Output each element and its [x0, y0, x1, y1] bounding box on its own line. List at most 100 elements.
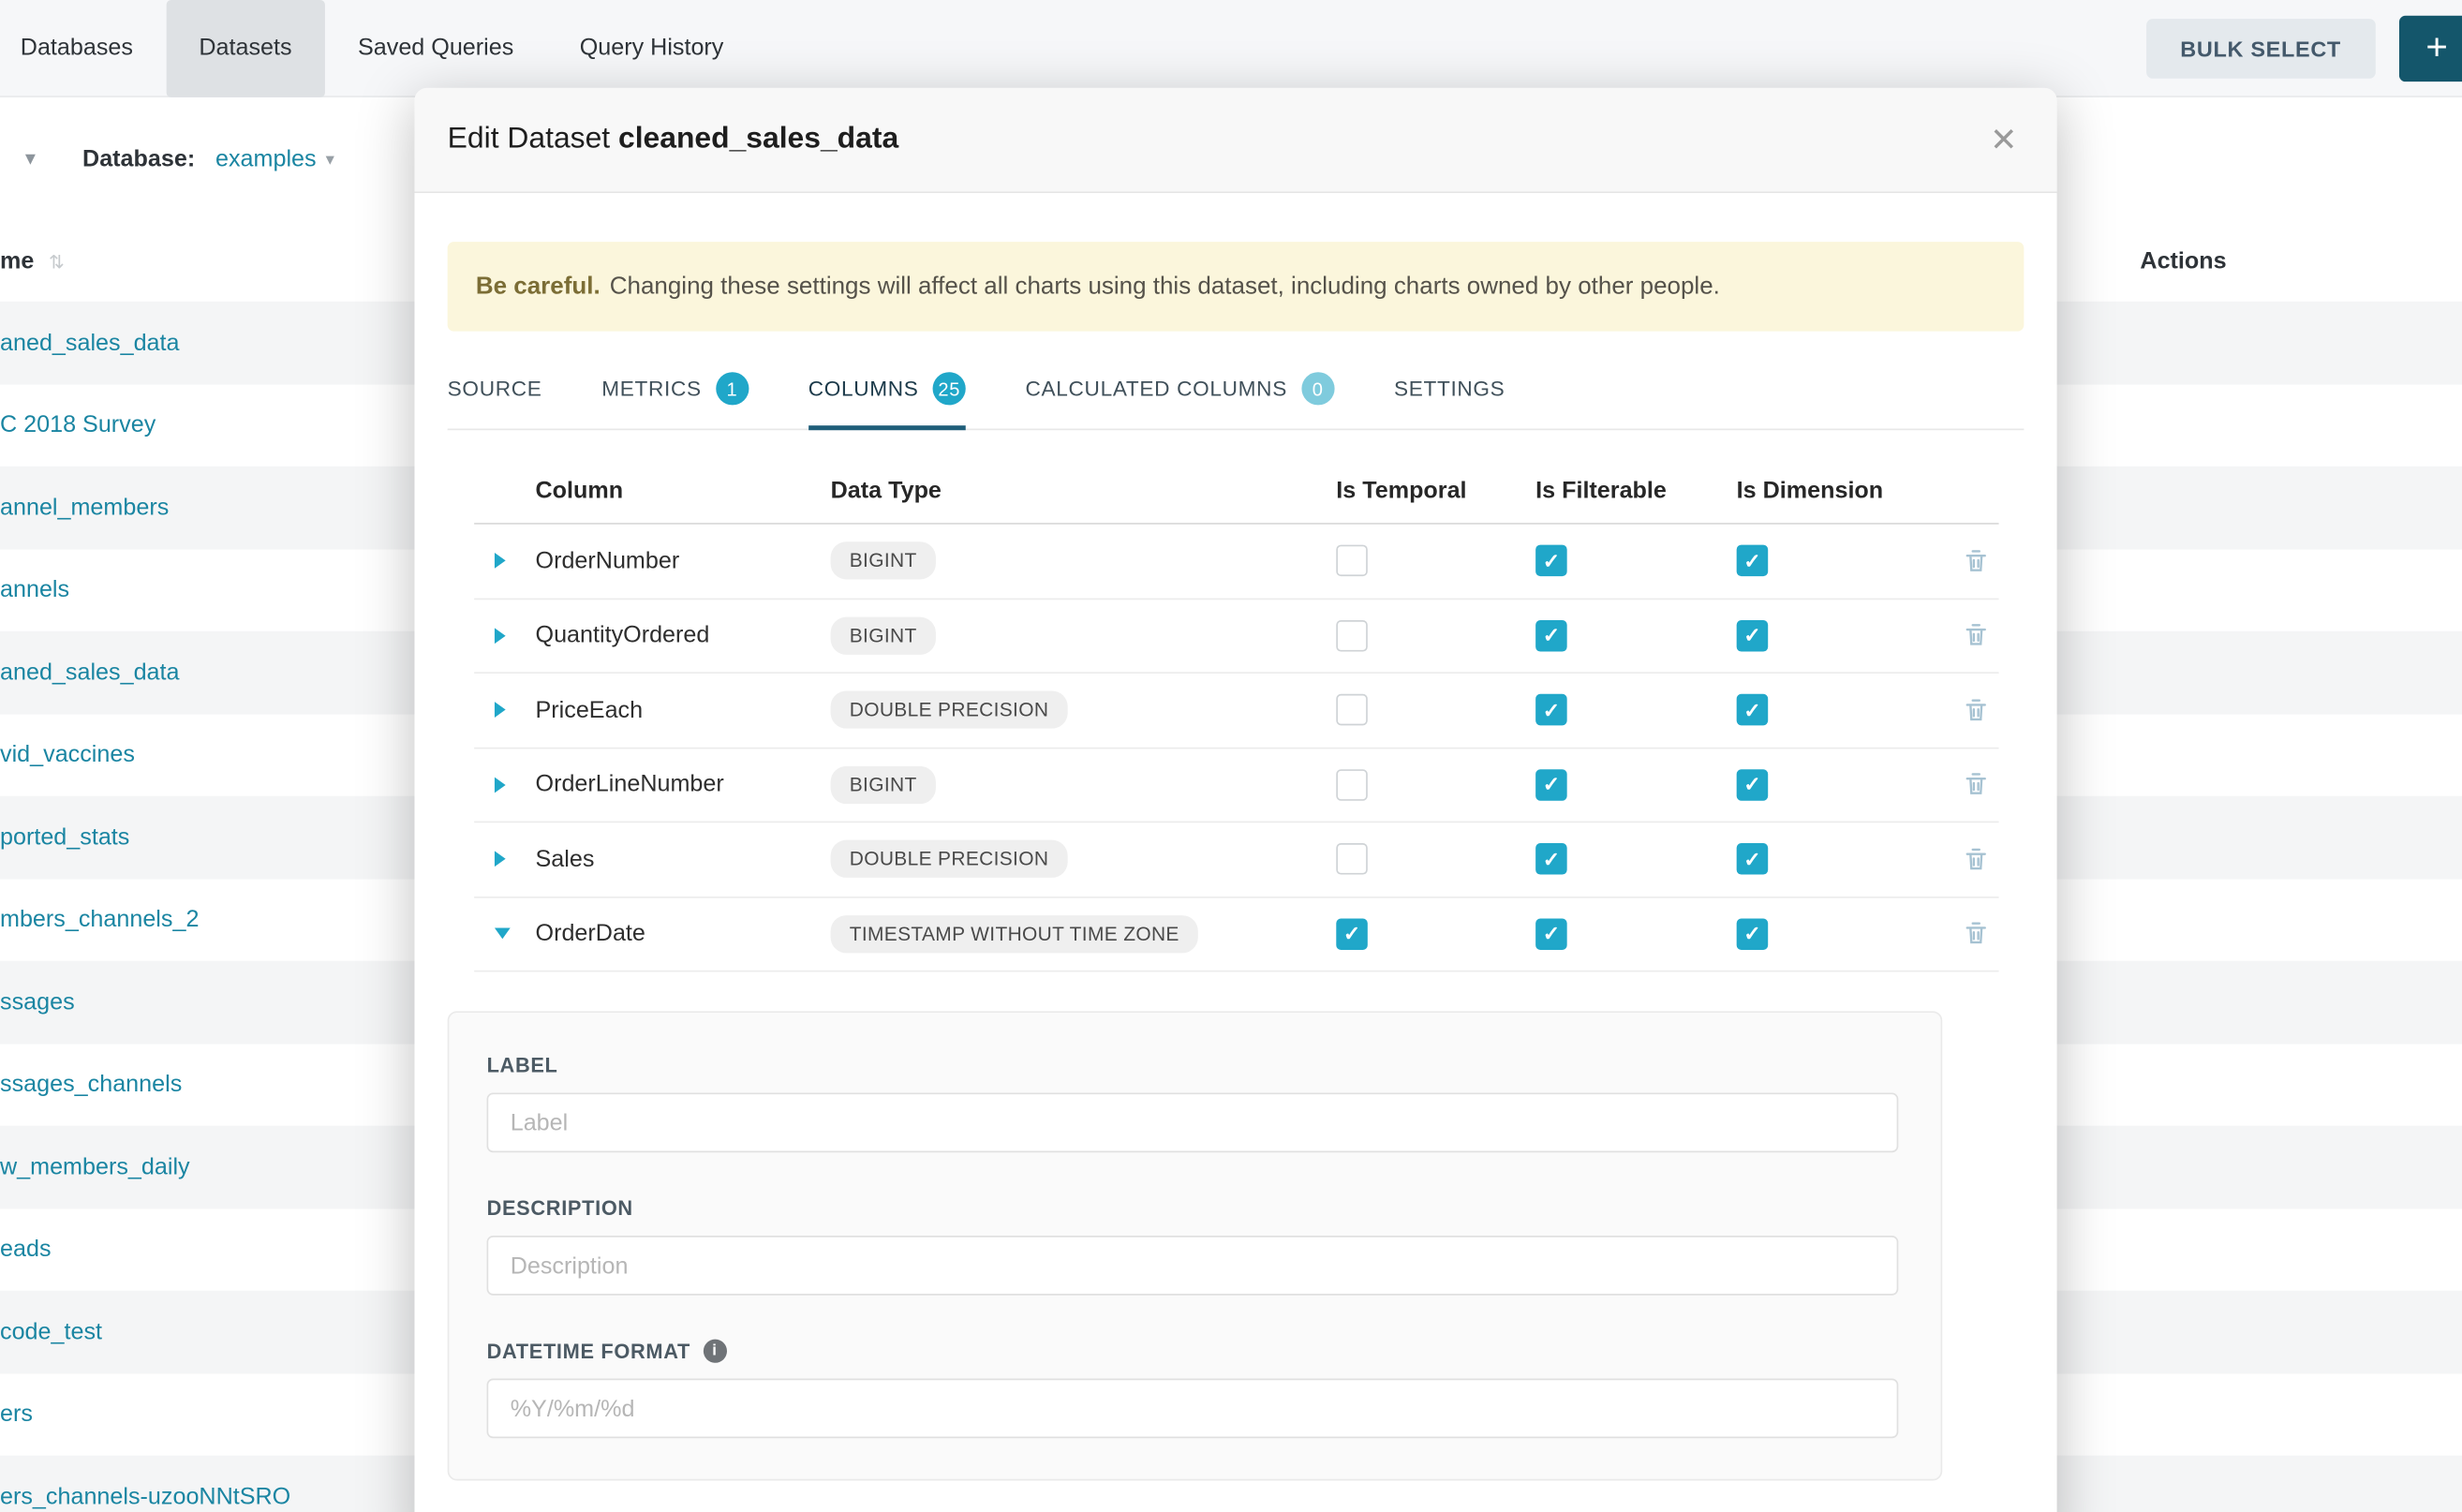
dataset-link[interactable]: w_members_daily	[0, 1153, 190, 1179]
expand-toggle[interactable]	[474, 852, 535, 867]
is-temporal-checkbox[interactable]	[1336, 620, 1368, 652]
modal-header: Edit Dataset cleaned_sales_data ✕	[414, 88, 2056, 193]
is-temporal-checkbox[interactable]	[1336, 843, 1368, 875]
column-name: PriceEach	[536, 697, 831, 723]
is-temporal-checkbox[interactable]	[1336, 694, 1368, 726]
is-dimension-checkbox[interactable]	[1737, 694, 1769, 726]
tab-source[interactable]: SOURCE	[448, 372, 542, 428]
tab-label: METRICS	[601, 377, 702, 400]
caret-down-icon[interactable]: ▾	[25, 146, 36, 171]
is-temporal-checkbox[interactable]	[1336, 769, 1368, 801]
delete-column-button[interactable]	[1963, 846, 1999, 872]
caret-right-icon	[495, 553, 506, 569]
caret-right-icon	[495, 852, 506, 867]
is-filterable-checkbox[interactable]	[1535, 918, 1567, 950]
metrics-count-badge: 1	[716, 372, 749, 405]
dataset-link[interactable]: C 2018 Survey	[0, 412, 156, 438]
tab-calculated-columns[interactable]: CALCULATED COLUMNS 0	[1026, 372, 1335, 428]
warning-text: Changing these settings will affect all …	[610, 273, 1720, 301]
columns-table-body: OrderNumberBIGINTQuantityOrderedBIGINTPr…	[474, 525, 1998, 972]
delete-column-button[interactable]	[1963, 548, 1999, 574]
is-dimension-checkbox[interactable]	[1737, 843, 1769, 875]
description-field-label-text: DESCRIPTION	[487, 1196, 633, 1220]
dataset-link[interactable]: mbers_channels_2	[0, 906, 199, 932]
bulk-select-button[interactable]: BULK SELECT	[2145, 18, 2375, 78]
delete-column-button[interactable]	[1963, 921, 1999, 947]
sort-icon[interactable]: ⇅	[49, 251, 65, 273]
add-dataset-button[interactable]: +	[2399, 15, 2462, 81]
column-name: OrderLineNumber	[536, 771, 831, 797]
info-icon[interactable]: i	[703, 1340, 726, 1363]
nav-item-query-history[interactable]: Query History	[547, 0, 757, 96]
description-field-group: DESCRIPTION	[487, 1196, 1899, 1296]
delete-column-button[interactable]	[1963, 622, 1999, 648]
datetime-format-field-group: DATETIME FORMAT i	[487, 1340, 1899, 1439]
close-icon[interactable]: ✕	[1990, 124, 2018, 156]
column-row: OrderDateTIMESTAMP WITHOUT TIME ZONE	[474, 897, 1998, 972]
delete-column-button[interactable]	[1963, 697, 1999, 723]
tab-columns[interactable]: COLUMNS 25	[808, 372, 966, 428]
database-filter-value[interactable]: examples	[215, 145, 317, 171]
name-column-header[interactable]: me	[0, 248, 34, 274]
dataset-link[interactable]: aned_sales_data	[0, 660, 180, 686]
column-row: OrderLineNumberBIGINT	[474, 749, 1998, 823]
trash-icon	[1963, 697, 1989, 723]
top-navigation: Databases Datasets Saved Queries Query H…	[0, 0, 2462, 97]
nav-item-saved-queries[interactable]: Saved Queries	[325, 0, 547, 96]
trash-icon	[1963, 846, 1989, 872]
dataset-link[interactable]: annels	[0, 577, 69, 603]
data-type-pill: BIGINT	[831, 765, 936, 803]
is-filterable-checkbox[interactable]	[1535, 545, 1567, 577]
tab-label: COLUMNS	[808, 377, 919, 400]
datetime-format-field-label: DATETIME FORMAT i	[487, 1340, 1899, 1363]
is-filterable-checkbox[interactable]	[1535, 769, 1567, 801]
column-row: PriceEachDOUBLE PRECISION	[474, 674, 1998, 749]
tab-label: SOURCE	[448, 377, 542, 400]
expand-toggle[interactable]	[474, 777, 535, 793]
is-dimension-checkbox[interactable]	[1737, 918, 1769, 950]
is-dimension-checkbox[interactable]	[1737, 620, 1769, 652]
is-dimension-checkbox[interactable]	[1737, 545, 1769, 577]
nav-item-databases[interactable]: Databases	[0, 0, 166, 96]
dataset-link[interactable]: annel_members	[0, 495, 169, 521]
tab-metrics[interactable]: METRICS 1	[601, 372, 749, 428]
nav-actions: BULK SELECT +	[2145, 15, 2462, 81]
nav-item-datasets[interactable]: Datasets	[166, 0, 325, 96]
column-name: OrderDate	[536, 921, 831, 947]
warning-bold-text: Be careful.	[476, 273, 601, 301]
is-dimension-checkbox[interactable]	[1737, 769, 1769, 801]
is-filterable-checkbox[interactable]	[1535, 620, 1567, 652]
expand-toggle[interactable]	[474, 703, 535, 719]
expand-toggle[interactable]	[474, 928, 535, 940]
dataset-link[interactable]: ers_channels-uzooNNtSRO	[0, 1483, 290, 1509]
delete-column-button[interactable]	[1963, 771, 1999, 797]
is-filterable-checkbox[interactable]	[1535, 843, 1567, 875]
expand-toggle[interactable]	[474, 553, 535, 569]
is-filterable-checkbox[interactable]	[1535, 694, 1567, 726]
dataset-link[interactable]: ssages_channels	[0, 1071, 182, 1097]
dataset-link[interactable]: vid_vaccines	[0, 742, 135, 768]
tab-settings[interactable]: SETTINGS	[1394, 372, 1505, 428]
datetime-format-input[interactable]	[487, 1379, 1899, 1439]
header-column: Column	[536, 478, 831, 504]
warning-banner: Be careful. Changing these settings will…	[448, 242, 2024, 332]
is-temporal-checkbox[interactable]	[1336, 545, 1368, 577]
description-input[interactable]	[487, 1236, 1899, 1296]
tab-label: CALCULATED COLUMNS	[1026, 377, 1287, 400]
caret-right-icon	[495, 703, 506, 719]
dataset-link[interactable]: eads	[0, 1236, 52, 1262]
is-temporal-checkbox[interactable]	[1336, 918, 1368, 950]
data-type-pill: DOUBLE PRECISION	[831, 691, 1068, 729]
label-field-group: LABEL	[487, 1054, 1899, 1153]
label-input[interactable]	[487, 1093, 1899, 1153]
dataset-link[interactable]: code_test	[0, 1318, 102, 1344]
app-window: Databases Datasets Saved Queries Query H…	[0, 0, 2462, 1512]
dataset-link[interactable]: aned_sales_data	[0, 330, 180, 356]
modal-title-prefix: Edit Dataset	[448, 123, 610, 156]
data-type-pill: TIMESTAMP WITHOUT TIME ZONE	[831, 915, 1198, 953]
dataset-link[interactable]: ssages	[0, 988, 75, 1015]
dataset-link[interactable]: ported_stats	[0, 823, 129, 850]
dataset-link[interactable]: ers	[0, 1401, 33, 1427]
label-field-label: LABEL	[487, 1054, 1899, 1077]
expand-toggle[interactable]	[474, 628, 535, 644]
